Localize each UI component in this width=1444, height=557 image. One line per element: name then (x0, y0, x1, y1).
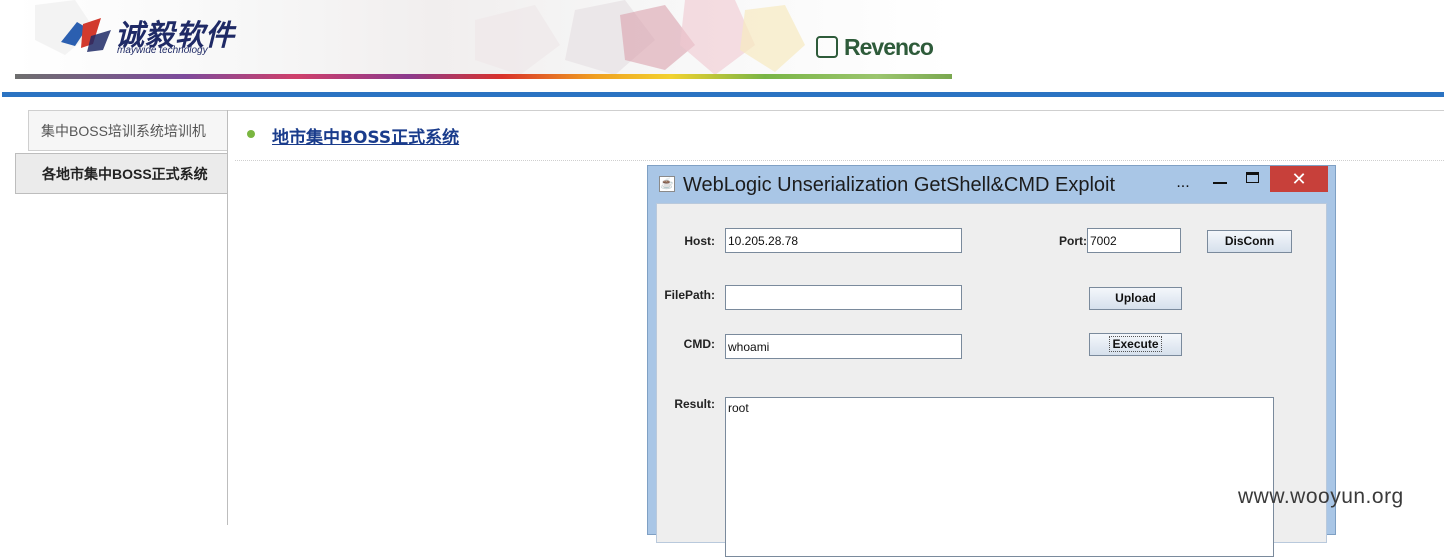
execute-button-label: Execute (1109, 336, 1162, 352)
header-divider (2, 92, 1444, 97)
revenco-logo-icon (816, 36, 838, 58)
maximize-icon (1246, 172, 1259, 183)
close-icon: ✕ (1291, 169, 1307, 189)
cmd-input[interactable]: whoami (725, 334, 962, 359)
system-title-link[interactable]: 地市集中BOSS正式系统 (272, 123, 459, 148)
bullet-icon (247, 130, 255, 138)
upload-button[interactable]: Upload (1089, 287, 1182, 310)
maywide-logo-icon (61, 18, 111, 52)
java-icon: ☕ (659, 176, 675, 192)
sidebar: 集中BOSS培训系统培训机 各地市集中BOSS正式系统 (15, 110, 228, 525)
filepath-input[interactable] (725, 285, 962, 310)
host-input[interactable]: 10.205.28.78 (725, 228, 962, 253)
close-button[interactable]: ✕ (1270, 166, 1328, 192)
sidebar-divider (227, 110, 228, 525)
result-label: Result: (674, 397, 715, 411)
cmd-label: CMD: (683, 337, 715, 351)
exploit-form: Host: 10.205.28.78 Port: 7002 DisConn Fi… (656, 203, 1327, 557)
filepath-label: FilePath: (664, 288, 715, 302)
disconnect-button[interactable]: DisConn (1207, 230, 1292, 253)
port-input[interactable]: 7002 (1087, 228, 1181, 253)
maximize-button[interactable] (1238, 166, 1268, 192)
host-label: Host: (684, 234, 715, 248)
header-banner: 诚毅软件 maywide technology Revenco (15, 0, 952, 79)
company-logo-subtitle: maywide technology (117, 45, 208, 56)
minimize-icon (1213, 182, 1227, 184)
minimize-button[interactable] (1205, 166, 1235, 192)
content-top-border (228, 110, 1444, 111)
window-titlebar[interactable]: ☕ WebLogic Unserialization GetShell&CMD … (648, 166, 1335, 202)
title-separator (235, 160, 1444, 161)
window-title: WebLogic Unserialization GetShell&CMD Ex… (683, 174, 1116, 196)
tab-production-system[interactable]: 各地市集中BOSS正式系统 (15, 153, 228, 194)
watermark-text: www.wooyun.org (1238, 485, 1404, 508)
exploit-window: ☕ WebLogic Unserialization GetShell&CMD … (647, 165, 1336, 557)
window-menu-button[interactable]: ... (1168, 170, 1198, 196)
execute-button[interactable]: Execute (1089, 333, 1182, 356)
tab-training-system[interactable]: 集中BOSS培训系统培训机 (28, 110, 228, 151)
banner-color-strip (15, 74, 952, 79)
port-label: Port: (1059, 234, 1087, 248)
result-textarea[interactable]: root (725, 397, 1274, 557)
partner-logo-text: Revenco (844, 34, 934, 60)
